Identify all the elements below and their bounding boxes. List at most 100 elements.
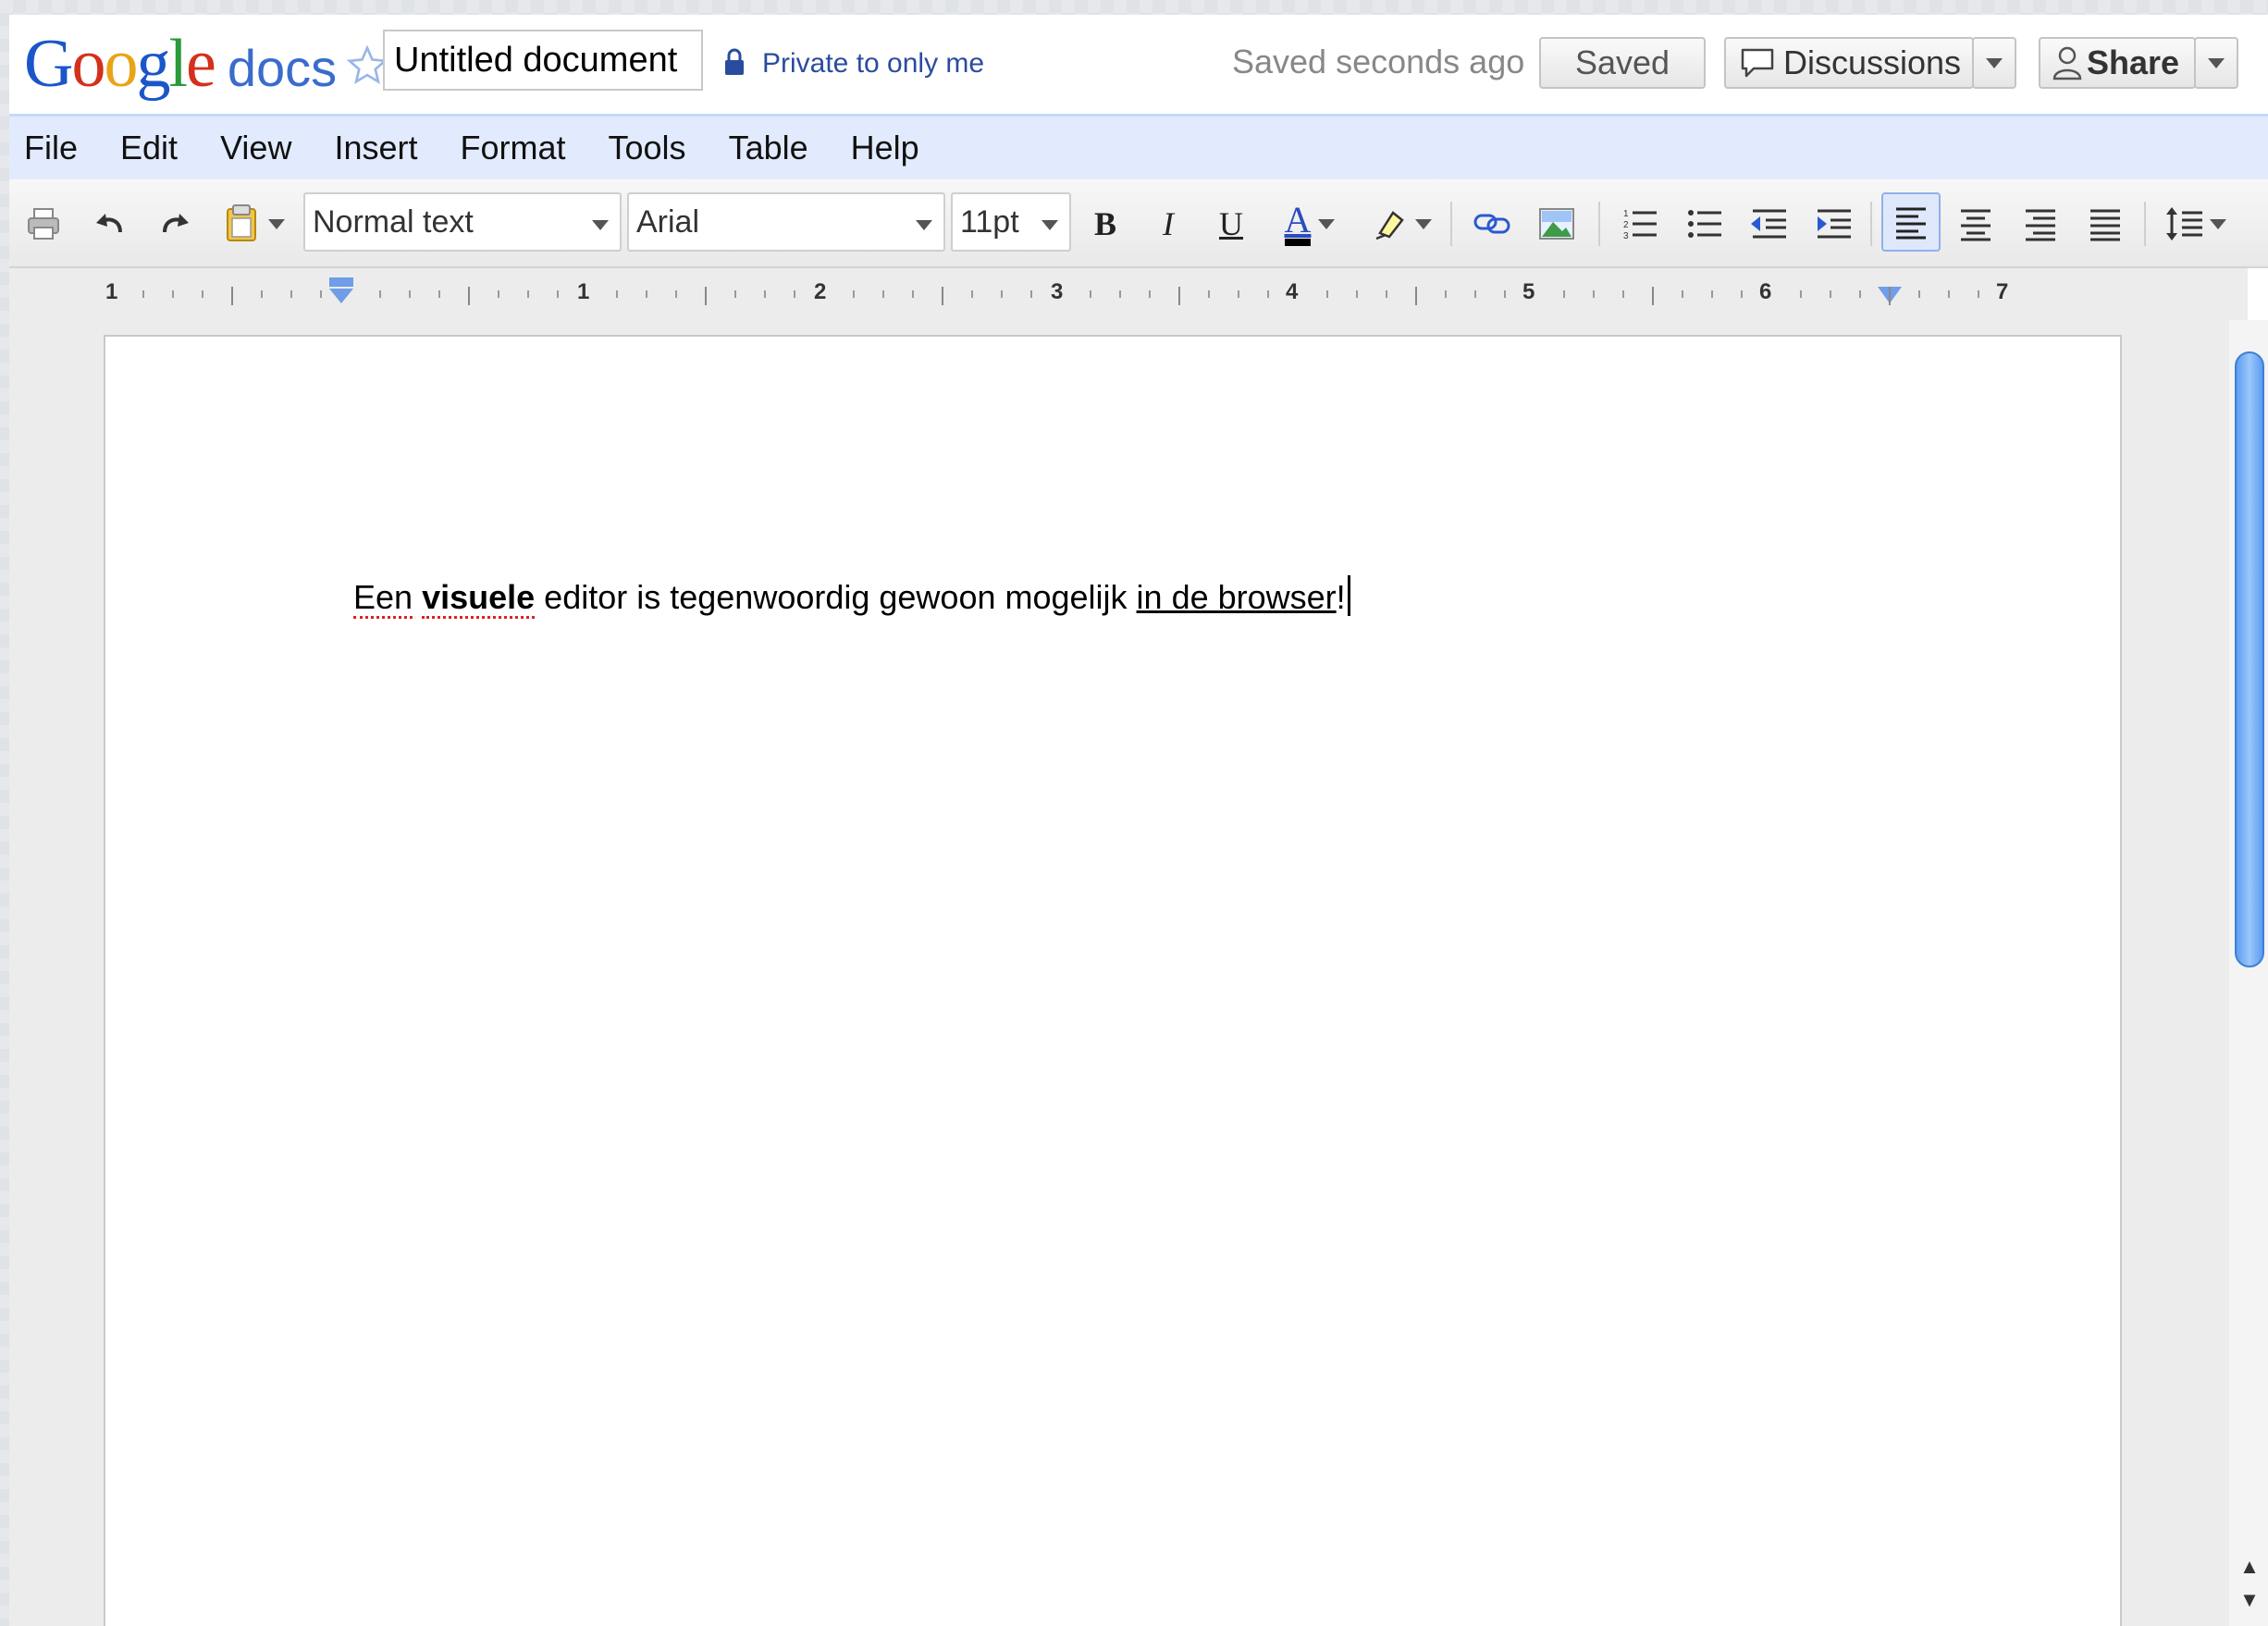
ruler-tick [1208,290,1210,298]
text-cursor [1347,575,1350,616]
ruler-tick [853,290,855,298]
undo-icon[interactable] [89,198,133,250]
menu-tools[interactable]: Tools [607,123,688,173]
chevron-down-icon [1042,220,1058,230]
document-title-input[interactable]: Untitled document [383,30,703,91]
align-right-icon[interactable] [2011,198,2070,250]
highlighter-icon [1375,211,1404,240]
ruler-tick [1682,290,1683,298]
ruler-tick [468,287,470,305]
ruler-tick [1030,290,1032,298]
document-page[interactable]: Een visuele editor is tegenwoordig gewoo… [104,335,2122,1626]
bold-button[interactable]: B [1084,198,1127,250]
privacy-link[interactable]: Private to only me [762,48,984,80]
document-body-text[interactable]: Een visuele editor is tegenwoordig gewoo… [353,575,1350,619]
menu-insert[interactable]: Insert [332,123,419,173]
saved-button[interactable]: Saved [1539,37,1706,89]
paint-format-icon[interactable] [216,198,290,250]
ruler-tick [1593,290,1595,298]
ruler-tick [1001,290,1003,298]
speech-bubble-icon [1741,48,1774,78]
vertical-scrollbar[interactable]: ▲ ▼ [2229,320,2268,1626]
ruler-tick [1356,290,1358,298]
toolbar-separator [1870,202,1872,246]
menu-format[interactable]: Format [459,123,568,173]
share-button[interactable]: Share [2039,37,2196,89]
ruler-tick [1445,290,1447,298]
ruler-tick [527,290,529,298]
ruler-tick [1504,290,1506,298]
formatting-toolbar: Normal text Arial 11pt B I U A 1 2 3 [9,179,2268,268]
share-dropdown-button[interactable] [2194,37,2238,89]
scroll-up-icon[interactable]: ▲ [2238,1556,2261,1578]
line-spacing-button[interactable] [2157,198,2235,250]
ruler-tick [734,290,736,298]
discussions-dropdown-button[interactable] [1972,37,2016,89]
discussions-button[interactable]: Discussions [1724,37,1974,89]
justify-icon[interactable] [2076,198,2135,250]
share-label: Share [2087,43,2180,81]
numbered-list-icon[interactable]: 123 [1615,198,1665,250]
ruler-tick [1474,290,1476,298]
google-docs-logo[interactable]: Google docs [24,22,337,105]
ruler-label: 6 [1759,279,1772,304]
decrease-indent-icon[interactable] [1744,198,1794,250]
ruler-tick [1119,290,1121,298]
menu-table[interactable]: Table [727,123,810,173]
text-color-button[interactable]: A [1271,198,1349,250]
link-icon[interactable] [1467,198,1517,250]
ruler-tick [202,290,203,298]
line-spacing-icon [2166,207,2202,240]
ruler-tick [1267,290,1269,298]
ruler-tick [1859,290,1861,298]
ruler-tick [971,290,973,298]
increase-indent-icon[interactable] [1809,198,1859,250]
text-segment: editor is tegenwoordig gewoon mogelijk [535,578,1137,616]
ruler-tick [764,290,766,298]
chevron-down-icon [268,218,285,229]
ruler-tick [261,290,263,298]
underline-button[interactable]: U [1210,198,1252,250]
insert-image-icon[interactable] [1532,198,1582,250]
ruler[interactable]: 1 1 2 3 4 5 6 7 [96,277,2127,311]
highlight-color-button[interactable] [1363,198,1441,250]
font-size-dropdown[interactable]: 11pt [951,192,1071,252]
ruler-tick [912,290,914,298]
scroll-down-icon[interactable]: ▼ [2238,1589,2261,1611]
ruler-tick [172,290,174,298]
ruler-label: 2 [814,279,827,304]
ruler-tick [142,290,144,298]
ruler-tick [557,290,559,298]
ruler-tick [1652,287,1654,305]
ruler-tick [675,290,677,298]
ruler-tick [1830,290,1831,298]
font-family-dropdown[interactable]: Arial [627,192,945,252]
ruler-tick [1238,290,1239,298]
scrollbar-thumb[interactable] [2235,351,2264,967]
redo-icon[interactable] [152,198,196,250]
text-segment-underlined: in de browser [1136,578,1337,616]
menu-edit[interactable]: Edit [118,123,179,173]
paragraph-style-dropdown[interactable]: Normal text [303,192,622,252]
menu-view[interactable]: View [218,123,293,173]
ruler-tick [1090,290,1091,298]
svg-text:3: 3 [1623,231,1629,241]
align-left-icon [1896,207,1926,240]
ruler-tick [1800,290,1802,298]
text-segment: ! [1336,578,1346,616]
toolbar-separator [2144,202,2146,246]
print-icon[interactable] [22,198,65,250]
menu-file[interactable]: File [22,123,80,173]
chevron-down-icon [2208,57,2225,68]
ruler-tick [1326,290,1328,298]
align-center-icon[interactable] [1946,198,2005,250]
ruler-label: 1 [105,279,118,304]
italic-button[interactable]: I [1147,198,1189,250]
logo-google-text: Google [24,26,216,102]
chevron-down-icon [592,220,609,230]
align-left-button[interactable] [1881,192,1941,252]
menu-help[interactable]: Help [849,123,921,173]
bulleted-list-icon[interactable] [1680,198,1730,250]
left-indent-marker[interactable] [327,277,355,305]
ruler-tick [438,290,440,298]
